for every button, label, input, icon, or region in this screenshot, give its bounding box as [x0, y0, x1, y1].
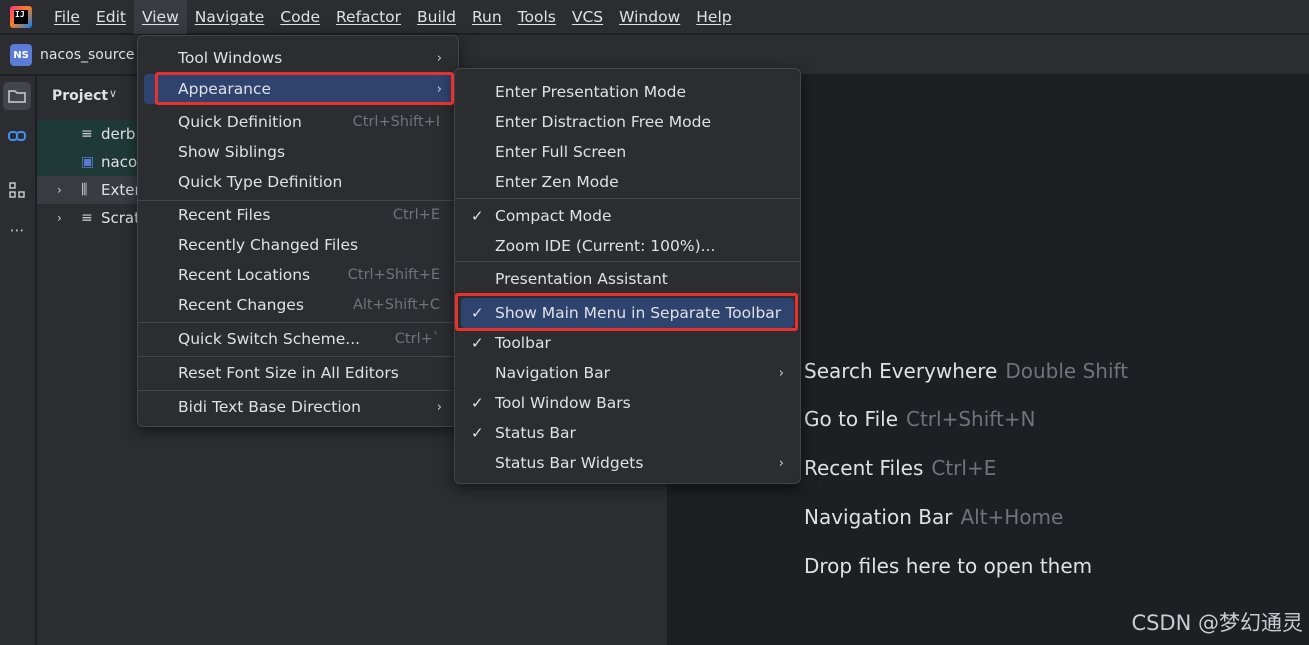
tool-window-strip: ⋯ [0, 76, 36, 645]
chevron-right-icon: › [436, 81, 442, 97]
watermark: CSDN @梦幻通灵 [1131, 611, 1303, 635]
tree-item-label: naco [101, 153, 138, 171]
menu-item-recent-locations[interactable]: Recent Locations Ctrl+Shift+E [144, 260, 452, 290]
chevron-right-icon[interactable]: › [57, 211, 62, 225]
checkmark-icon: ✓ [471, 304, 484, 322]
menu-vcs[interactable]: VCS [564, 0, 611, 34]
menu-item-quick-type-definition[interactable]: Quick Type Definition [144, 167, 452, 197]
menu-item-status-bar[interactable]: ✓ Status Bar [461, 418, 794, 448]
hint-drop-files: Drop files here to open them [804, 554, 1093, 578]
menu-refactor[interactable]: Refactor [328, 0, 409, 34]
menu-item-quick-definition[interactable]: Quick Definition Ctrl+Shift+I [144, 107, 452, 137]
panel-title: Project [52, 88, 109, 104]
menu-separator [138, 322, 458, 323]
tree-item-label: Scrat [101, 209, 141, 227]
chevron-right-icon: › [436, 399, 442, 415]
menu-item-show-main-menu-separate-toolbar[interactable]: ✓ Show Main Menu in Separate Toolbar [461, 298, 794, 328]
module-icon: ▣ [81, 154, 95, 170]
menu-separator [455, 261, 800, 262]
chevron-right-icon: › [778, 365, 784, 381]
tree-item-label: derb [101, 125, 136, 143]
menu-item-recent-files[interactable]: Recent Files Ctrl+E [144, 200, 452, 230]
menu-window[interactable]: Window [611, 0, 688, 34]
hint-navigation-bar: Navigation Bar Alt+Home [804, 505, 1064, 529]
hint-search-everywhere: Search Everywhere Double Shift [804, 359, 1129, 383]
menu-item-quick-switch-scheme[interactable]: Quick Switch Scheme... Ctrl+` [144, 324, 452, 354]
menu-item-zoom-ide[interactable]: Zoom IDE (Current: 100%)... [461, 231, 794, 261]
menu-item-reset-font-size[interactable]: Reset Font Size in All Editors [144, 358, 452, 388]
menu-item-presentation-assistant[interactable]: Presentation Assistant [461, 264, 794, 294]
link-icon[interactable] [3, 122, 31, 150]
checkmark-icon: ✓ [471, 424, 484, 442]
menu-item-presentation-mode[interactable]: Enter Presentation Mode [461, 77, 794, 107]
intellij-logo-icon[interactable]: IJ [10, 5, 32, 28]
menu-item-tool-windows[interactable]: Tool Windows › [144, 43, 452, 73]
hint-recent-files: Recent Files Ctrl+E [804, 456, 997, 480]
chevron-right-icon[interactable]: › [57, 183, 62, 197]
menu-item-compact-mode[interactable]: ✓ Compact Mode [461, 201, 794, 231]
menu-item-show-siblings[interactable]: Show Siblings [144, 137, 452, 167]
scratch-icon: ≡ [81, 210, 93, 226]
menu-separator [138, 356, 458, 357]
menu-navigate[interactable]: Navigate [187, 0, 273, 34]
menu-item-status-bar-widgets[interactable]: Status Bar Widgets › [461, 448, 794, 478]
logo-text: IJ [15, 9, 25, 19]
menu-separator [138, 390, 458, 391]
menu-code[interactable]: Code [272, 0, 328, 34]
chevron-down-icon[interactable]: ∨ [109, 87, 117, 100]
checkmark-icon: ✓ [471, 394, 484, 412]
checkmark-icon: ✓ [471, 207, 484, 225]
text-file-icon: ≡ [81, 126, 93, 142]
project-name: nacos_source [40, 47, 135, 63]
menu-item-navigation-bar[interactable]: Navigation Bar › [461, 358, 794, 388]
main-menu-bar: IJ File Edit View Navigate Code Refactor… [0, 0, 1309, 34]
project-selector[interactable]: NS nacos_source [10, 43, 135, 67]
menu-tools[interactable]: Tools [510, 0, 564, 34]
structure-icon[interactable] [3, 176, 31, 204]
menu-item-distraction-free-mode[interactable]: Enter Distraction Free Mode [461, 107, 794, 137]
menu-separator [455, 294, 800, 295]
tree-item-label: Exter [101, 181, 141, 199]
menu-item-appearance[interactable]: Appearance › [144, 74, 452, 104]
checkmark-icon: ✓ [471, 334, 484, 352]
menu-help[interactable]: Help [688, 0, 739, 34]
menu-view[interactable]: View [133, 0, 187, 34]
menu-edit[interactable]: Edit [88, 0, 134, 34]
menu-file[interactable]: File [46, 0, 88, 34]
chevron-right-icon: › [778, 455, 784, 471]
menu-separator [455, 198, 800, 199]
hint-go-to-file: Go to File Ctrl+Shift+N [804, 407, 1036, 431]
view-menu: Tool Windows › Appearance › Quick Definiti… [137, 35, 459, 427]
folder-icon[interactable] [3, 82, 31, 110]
more-tools-icon[interactable]: ⋯ [3, 216, 31, 244]
library-icon: ⫼ [81, 182, 88, 198]
menu-item-toolbar[interactable]: ✓ Toolbar [461, 328, 794, 358]
appearance-submenu: Enter Presentation Mode Enter Distractio… [454, 68, 801, 484]
menu-item-full-screen[interactable]: Enter Full Screen [461, 137, 794, 167]
menu-item-bidi-text-direction[interactable]: Bidi Text Base Direction › [144, 392, 452, 422]
menu-run[interactable]: Run [464, 0, 510, 34]
project-badge: NS [10, 44, 32, 66]
menu-item-recent-changes[interactable]: Recent Changes Alt+Shift+C [144, 290, 452, 320]
chevron-right-icon: › [436, 50, 442, 66]
menu-item-zen-mode[interactable]: Enter Zen Mode [461, 167, 794, 197]
menu-item-tool-window-bars[interactable]: ✓ Tool Window Bars [461, 388, 794, 418]
menu-build[interactable]: Build [409, 0, 464, 34]
menu-item-recently-changed-files[interactable]: Recently Changed Files [144, 230, 452, 260]
